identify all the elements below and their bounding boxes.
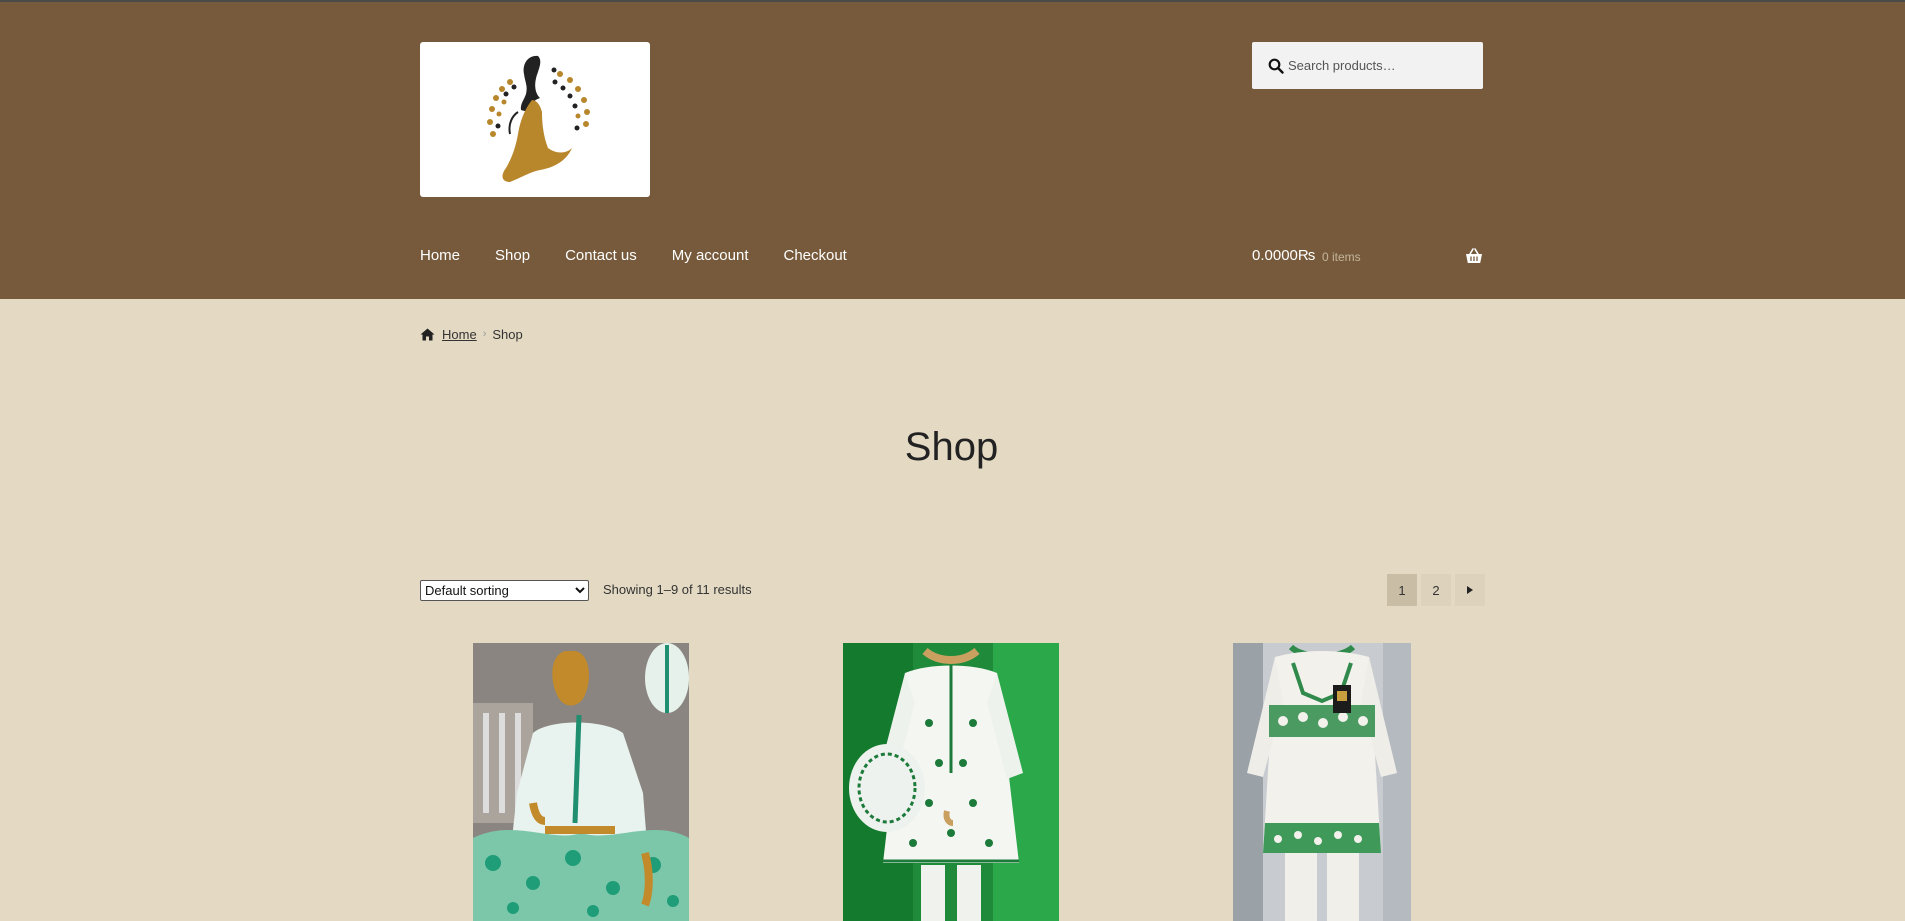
pagination: 1 2 xyxy=(1387,574,1485,606)
result-count: Showing 1–9 of 11 results xyxy=(603,582,752,597)
breadcrumb-separator-icon: › xyxy=(482,328,487,340)
home-icon xyxy=(420,328,435,340)
product-image-2[interactable] xyxy=(843,643,1059,921)
product-search[interactable] xyxy=(1252,42,1483,89)
site-header xyxy=(0,2,1905,299)
page-2-link[interactable]: 2 xyxy=(1421,574,1451,606)
product-image-1[interactable] xyxy=(473,643,689,921)
breadcrumb-current: Shop xyxy=(492,326,523,342)
triangle-right-icon xyxy=(1467,586,1473,594)
nav-item-home[interactable]: Home xyxy=(420,247,460,271)
sort-select[interactable]: Default sorting xyxy=(420,580,589,601)
next-page-button[interactable] xyxy=(1455,574,1485,606)
nav-item-shop[interactable]: Shop xyxy=(495,247,530,271)
cart-amount: 0.0000₨ xyxy=(1252,247,1316,264)
basket-icon xyxy=(1466,248,1482,263)
nav-item-checkout[interactable]: Checkout xyxy=(783,247,846,271)
page-1-current: 1 xyxy=(1387,574,1417,606)
product-image-3[interactable] xyxy=(1233,643,1411,921)
header-cart[interactable]: 0.0000₨ 0 items xyxy=(1252,247,1483,271)
breadcrumb-home-link[interactable]: Home xyxy=(442,327,477,342)
search-icon xyxy=(1268,58,1284,74)
search-input[interactable] xyxy=(1288,42,1478,89)
nav-item-contact-us[interactable]: Contact us xyxy=(565,247,637,271)
primary-navigation: Home Shop Contact us My account Checkout xyxy=(420,247,882,271)
nav-item-my-account[interactable]: My account xyxy=(672,247,749,271)
page-title: Shop xyxy=(904,425,999,469)
cart-item-count: 0 items xyxy=(1322,250,1361,264)
site-logo[interactable] xyxy=(420,42,650,197)
breadcrumb: Home › Shop xyxy=(420,324,523,344)
